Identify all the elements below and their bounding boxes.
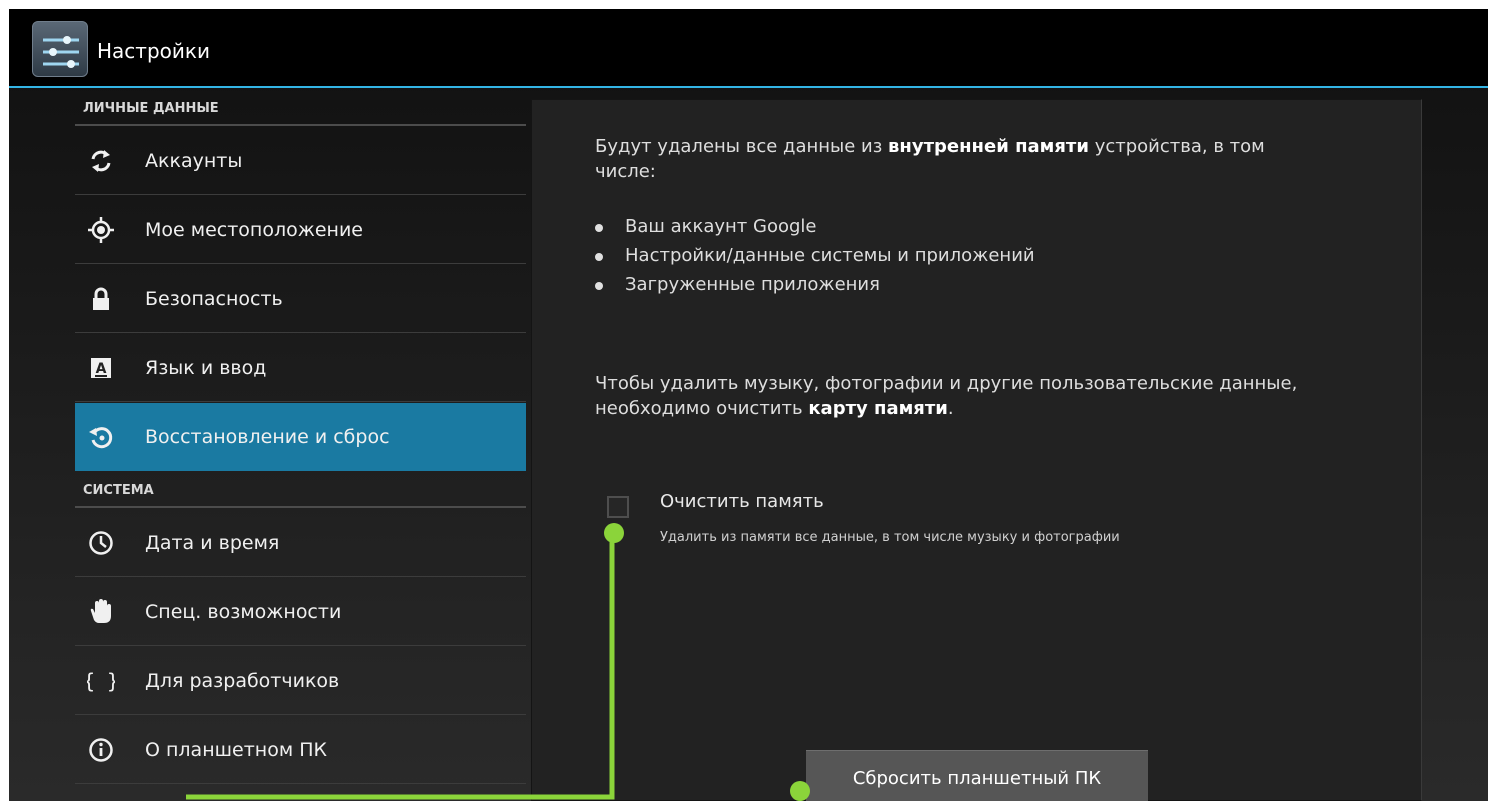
erase-storage-checkbox[interactable] <box>607 496 629 518</box>
sidebar-item-security[interactable]: Безопасность <box>75 265 526 333</box>
sidebar-item-about[interactable]: О планшетном ПК <box>75 716 526 784</box>
screenshot-frame: Настройки ЛИЧНЫЕ ДАННЫЕ Аккаунты Мое мес… <box>0 0 1488 801</box>
sidebar-item-label: Дата и время <box>145 532 280 554</box>
sidebar-item-label: Язык и ввод <box>145 357 267 379</box>
sidebar-item-language[interactable]: A Язык и ввод <box>75 334 526 402</box>
settings-sidebar: ЛИЧНЫЕ ДАННЫЕ Аккаунты Мое местоположени… <box>75 90 526 801</box>
sidebar-item-label: Безопасность <box>145 288 283 310</box>
braces-icon: { } <box>87 669 115 693</box>
info-icon <box>89 738 113 762</box>
svg-text:A: A <box>96 361 107 377</box>
sidebar-item-label: Для разработчиков <box>145 670 340 692</box>
erase-storage-title[interactable]: Очистить память <box>660 491 824 512</box>
bullet-icon <box>595 282 603 290</box>
sidebar-item-label: Мое местоположение <box>145 219 363 241</box>
settings-sliders-icon[interactable] <box>32 21 88 77</box>
sidebar-item-location[interactable]: Мое местоположение <box>75 196 526 264</box>
sidebar-item-developer[interactable]: { } Для разработчиков <box>75 647 526 715</box>
app-title: Настройки <box>97 39 210 63</box>
internal-memory-warning: Будут удалены все данные из внутренней п… <box>595 136 1265 182</box>
keyboard-letter-icon: A <box>91 358 111 378</box>
settings-screen: Настройки ЛИЧНЫЕ ДАННЫЕ Аккаунты Мое мес… <box>9 9 1488 801</box>
category-system: СИСТЕМА <box>75 472 526 508</box>
category-personal: ЛИЧНЫЕ ДАННЫЕ <box>75 90 526 126</box>
sd-card-note: Чтобы удалить музыку, фотографии и други… <box>595 373 1298 419</box>
sidebar-item-label: Аккаунты <box>145 150 243 172</box>
reset-detail-panel: Будут удалены все данные из внутренней п… <box>531 99 1422 801</box>
sidebar-item-label: Спец. возможности <box>145 601 342 623</box>
clock-icon <box>89 531 113 555</box>
category-system-label: СИСТЕМА <box>83 483 154 498</box>
sidebar-item-accounts[interactable]: Аккаунты <box>75 127 526 195</box>
sidebar-item-date-time[interactable]: Дата и время <box>75 509 526 577</box>
sidebar-item-accessibility[interactable]: Спец. возможности <box>75 578 526 646</box>
bullet-icon <box>595 224 603 232</box>
sync-icon <box>91 150 111 172</box>
action-bar: Настройки <box>9 9 1488 88</box>
svg-text:{ }: { } <box>87 669 115 693</box>
sidebar-item-label: О планшетном ПК <box>145 739 327 761</box>
sidebar-item-label: Восстановление и сброс <box>145 426 390 448</box>
reset-tablet-button[interactable]: Сбросить планшетный ПК <box>806 750 1148 801</box>
erase-storage-summary: Удалить из памяти все данные, в том числ… <box>660 530 1120 545</box>
bullet-icon <box>595 253 603 261</box>
hand-icon <box>90 599 111 623</box>
location-icon <box>88 217 114 243</box>
lock-icon <box>93 287 109 310</box>
restore-icon <box>89 427 113 449</box>
sidebar-item-backup-reset[interactable]: Восстановление и сброс <box>75 403 526 471</box>
category-personal-label: ЛИЧНЫЕ ДАННЫЕ <box>83 101 219 116</box>
